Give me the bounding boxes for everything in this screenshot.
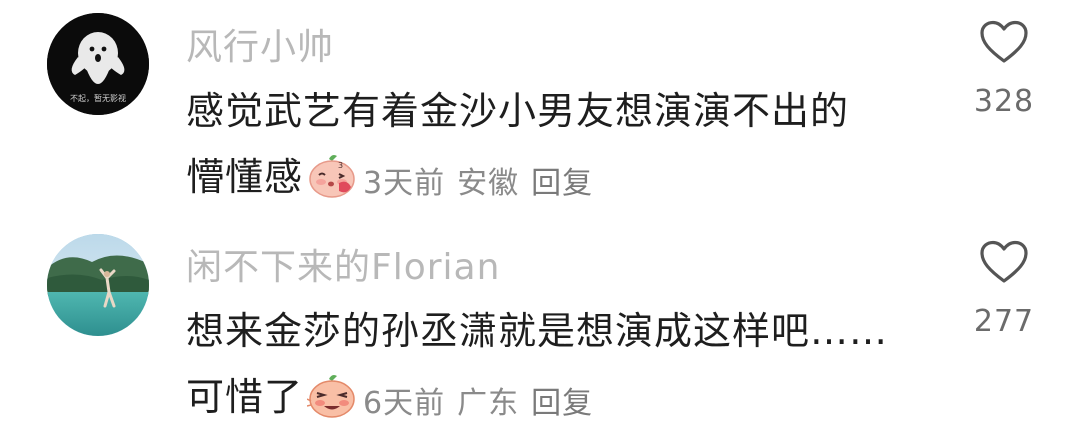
comment-item: 闲不下来的Florian 想来金莎的孙丞潇就是想演成这样吧…… 可惜了 6天前广… <box>0 216 1080 431</box>
like-group: 328 <box>966 20 1042 119</box>
comment-time: 6天前 <box>363 385 446 421</box>
comment-item: 不起，暂无影视 风行小帅 感觉武艺有着金沙小男友想演演不出的 懵懂感 3 3天前… <box>0 0 1080 215</box>
comment-text-line-2: 可惜了 <box>186 375 304 419</box>
reply-button[interactable]: 回复 <box>531 386 593 421</box>
like-count: 277 <box>973 304 1035 339</box>
user-avatar[interactable]: 不起，暂无影视 <box>47 13 149 115</box>
comment-username[interactable]: 风行小帅 <box>186 18 334 70</box>
comment-text-line-2: 懵懂感 <box>186 155 304 199</box>
embarrassed-peach-emoji <box>306 373 357 419</box>
comment-time: 3天前 <box>363 165 446 201</box>
avatar-caption: 不起，暂无影视 <box>70 93 126 103</box>
like-count: 328 <box>973 84 1035 119</box>
like-group: 277 <box>966 240 1042 339</box>
comment-location: 安徽 <box>457 165 520 201</box>
blushing-peach-emoji: 3 <box>307 153 357 199</box>
comment-text-line-2-row: 可惜了 6天前 广东 回复 <box>186 366 605 423</box>
heart-outline-icon[interactable] <box>966 240 1042 284</box>
comment-text-line-1: 感觉武艺有着金沙小男友想演演不出的 <box>186 89 850 133</box>
comment-meta: 6天前 广东 回复 <box>363 386 605 421</box>
comment-location: 广东 <box>457 385 520 421</box>
svg-text:3: 3 <box>338 161 344 170</box>
user-avatar[interactable] <box>47 234 149 336</box>
comment-username[interactable]: 闲不下来的Florian <box>186 238 500 290</box>
comment-text-line-1: 想来金莎的孙丞潇就是想演成这样吧…… <box>186 309 889 353</box>
comment-meta: 3天前 安徽 回复 <box>363 166 605 201</box>
reply-button[interactable]: 回复 <box>531 166 593 201</box>
comment-text-line-2-row: 懵懂感 3 3天前 安徽 回复 <box>186 146 605 203</box>
heart-outline-icon[interactable] <box>966 20 1042 64</box>
